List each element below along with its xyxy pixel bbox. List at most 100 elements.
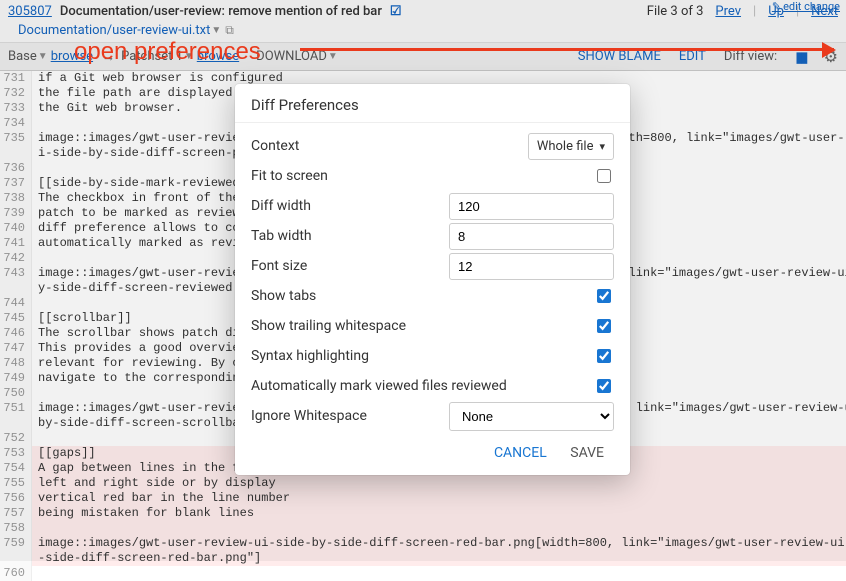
tab-width-label: Tab width <box>251 228 449 244</box>
change-id-link[interactable]: 305807 <box>8 4 52 19</box>
diff-preferences-modal: Diff Preferences Context Whole file ▾ Fi… <box>235 84 630 475</box>
line-number: 731 <box>0 71 32 86</box>
line-number: 752 <box>0 431 32 446</box>
line-number: 742 <box>0 251 32 266</box>
download-button[interactable]: DOWNLOAD <box>256 49 327 64</box>
code-text: image::images/gwt-user-review-ui-side-by… <box>32 536 846 551</box>
tab-width-input[interactable] <box>449 223 614 250</box>
fit-to-screen-checkbox[interactable] <box>597 169 611 183</box>
line-number: 737 <box>0 176 32 191</box>
context-value: Whole file <box>537 139 594 154</box>
file-path[interactable]: Documentation/user-review-ui.txt <box>18 23 210 38</box>
arrow-right-icon: → <box>102 49 115 65</box>
ignore-ws-select[interactable]: None <box>449 402 614 431</box>
line-number: 746 <box>0 326 32 341</box>
line-number: 758 <box>0 521 32 536</box>
syntax-highlight-checkbox[interactable] <box>597 349 611 363</box>
chevron-down-icon[interactable]: ▼ <box>184 51 194 62</box>
line-number: 745 <box>0 311 32 326</box>
base-label: Base <box>8 49 37 64</box>
line-number: 759 <box>0 536 32 551</box>
line-number: 748 <box>0 356 32 371</box>
line-number: 756 <box>0 491 32 506</box>
line-number: 757 <box>0 506 32 521</box>
code-text: left and right side or by display <box>32 476 846 491</box>
line-number: 732 <box>0 86 32 101</box>
edit-change-label: edit change <box>783 0 840 13</box>
line-number: 739 <box>0 206 32 221</box>
fit-to-screen-label: Fit to screen <box>251 168 593 184</box>
line-number: 749 <box>0 371 32 386</box>
code-line[interactable]: 758 <box>0 521 846 536</box>
chevron-down-icon[interactable]: ▼ <box>328 51 338 62</box>
browse-base-link[interactable]: browse <box>51 49 93 64</box>
line-number <box>0 551 32 566</box>
save-button[interactable]: SAVE <box>560 439 614 467</box>
line-number: 753 <box>0 446 32 461</box>
line-number: 734 <box>0 116 32 131</box>
code-line[interactable]: 757being mistaken for blank lines <box>0 506 846 521</box>
line-number: 760 <box>0 566 32 581</box>
line-number: 740 <box>0 221 32 236</box>
diff-width-input[interactable] <box>449 193 614 220</box>
file-progress: File 3 of 3 <box>647 4 704 19</box>
pencil-icon: ✎ <box>772 0 781 13</box>
code-text: -side-diff-screen-red-bar.png"] <box>32 551 846 566</box>
line-number: 747 <box>0 341 32 356</box>
code-line[interactable]: -side-diff-screen-red-bar.png"] <box>0 551 846 566</box>
code-line[interactable]: 755left and right side or by display <box>0 476 846 491</box>
edit-change-link[interactable]: ✎edit change <box>772 0 840 13</box>
show-tabs-label: Show tabs <box>251 288 593 304</box>
gear-icon[interactable]: ⚙ <box>824 47 838 66</box>
line-number: 743 <box>0 266 32 281</box>
line-number: 741 <box>0 236 32 251</box>
change-header: 305807 Documentation/user-review: remove… <box>0 0 846 23</box>
line-number: 754 <box>0 461 32 476</box>
font-size-label: Font size <box>251 258 449 274</box>
chevron-down-icon: ▾ <box>599 140 605 153</box>
diff-view-label: Diff view: <box>724 49 777 64</box>
ignore-ws-label: Ignore Whitespace <box>251 408 449 424</box>
line-number: 744 <box>0 296 32 311</box>
auto-mark-reviewed-label: Automatically mark viewed files reviewed <box>251 378 593 395</box>
line-number: 733 <box>0 101 32 116</box>
line-number <box>0 416 32 431</box>
code-text: vertical red bar in the line number <box>32 491 846 506</box>
chevron-down-icon[interactable]: ▼ <box>38 51 48 62</box>
show-tabs-checkbox[interactable] <box>597 289 611 303</box>
code-text <box>32 566 846 581</box>
code-text <box>32 521 846 536</box>
modal-title: Diff Preferences <box>235 84 630 123</box>
diff-toolbar: Base▼ browse → Patchset 1▼ browse DOWNLO… <box>0 42 846 71</box>
font-size-input[interactable] <box>449 253 614 280</box>
patchset-label: Patchset 1 <box>121 49 183 64</box>
prev-file-link[interactable]: Prev <box>715 4 741 19</box>
line-number: 755 <box>0 476 32 491</box>
line-number: 750 <box>0 386 32 401</box>
code-line[interactable]: 760 <box>0 566 846 581</box>
diff-width-label: Diff width <box>251 198 449 214</box>
line-number: 751 <box>0 401 32 416</box>
context-label: Context <box>251 138 528 154</box>
syntax-highlight-label: Syntax highlighting <box>251 348 593 364</box>
code-line[interactable]: 756vertical red bar in the line number <box>0 491 846 506</box>
line-number: 735 <box>0 131 32 146</box>
line-number: 738 <box>0 191 32 206</box>
chevron-down-icon[interactable]: ▼ <box>211 25 221 36</box>
browse-patchset-link[interactable]: browse <box>197 49 239 64</box>
change-subject: Documentation/user-review: remove mentio… <box>60 4 382 19</box>
auto-mark-reviewed-checkbox[interactable] <box>597 379 611 393</box>
code-line[interactable]: 759image::images/gwt-user-review-ui-side… <box>0 536 846 551</box>
show-trailing-ws-checkbox[interactable] <box>597 319 611 333</box>
line-number <box>0 146 32 161</box>
show-trailing-ws-label: Show trailing whitespace <box>251 318 593 334</box>
side-by-side-icon[interactable]: ▮▮ <box>795 48 806 66</box>
cancel-button[interactable]: CANCEL <box>484 439 557 467</box>
context-select[interactable]: Whole file ▾ <box>528 133 614 160</box>
show-blame-button[interactable]: SHOW BLAME <box>578 49 661 64</box>
reviewed-check-icon[interactable]: ☑ <box>390 4 402 19</box>
copy-path-icon[interactable]: ⧉ <box>225 23 234 38</box>
edit-button[interactable]: EDIT <box>679 49 706 64</box>
line-number <box>0 281 32 296</box>
line-number: 736 <box>0 161 32 176</box>
